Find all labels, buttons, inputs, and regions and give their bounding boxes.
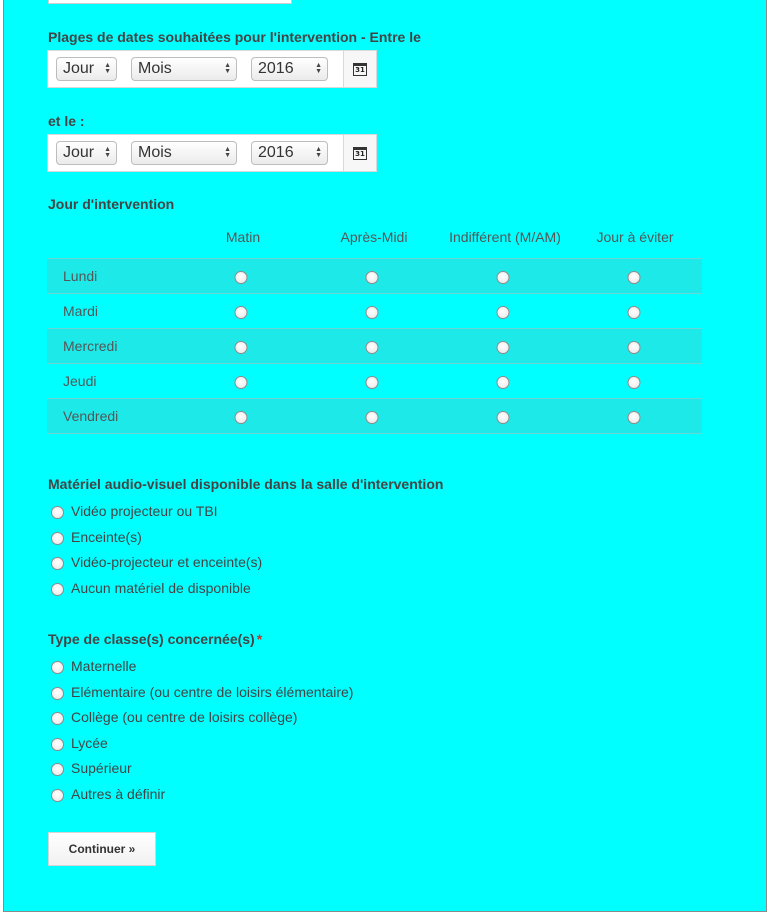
column-header: Après-Midi (340, 229, 408, 245)
radio-jeudi-matin[interactable] (234, 376, 248, 389)
form-panel: Plages de dates souhaitées pour l'interv… (3, 0, 767, 912)
end-day-value: Jour (63, 144, 95, 161)
intervention-days-grid: Matin Après-Midi Indifférent (M/AM) Jour… (47, 221, 702, 434)
radio-mercredi-apres-midi[interactable] (365, 341, 379, 354)
radio-mercredi-indifferent[interactable] (496, 341, 510, 354)
grid-row-mercredi: Mercredi (47, 329, 702, 364)
select-arrows-icon: ▲ ▼ (224, 146, 231, 159)
radio-button[interactable] (51, 531, 64, 545)
radio-button[interactable] (51, 788, 64, 802)
intervention-days-label: Jour d'intervention (48, 196, 175, 212)
start-date-label: Plages de dates souhaitées pour l'interv… (48, 29, 421, 45)
grid-row-lundi: Lundi (47, 259, 702, 294)
radio-button[interactable] (51, 737, 64, 751)
option-label: Enceinte(s) (71, 528, 142, 545)
select-arrows-icon: ▲ ▼ (104, 62, 111, 75)
radio-vendredi-matin[interactable] (234, 411, 248, 424)
grid-row-mardi: Mardi (47, 294, 702, 329)
text-input-partial[interactable] (48, 0, 292, 4)
select-arrows-icon: ▲ ▼ (104, 146, 111, 159)
end-year-select[interactable]: 2016 ▲ ▼ (251, 141, 328, 165)
radio-button[interactable] (51, 582, 64, 596)
option-label: Autres à définir (71, 785, 166, 802)
radio-button[interactable] (51, 661, 64, 674)
radio-mardi-apres-midi[interactable] (365, 306, 379, 319)
grid-header: Matin Après-Midi Indifférent (M/AM) Jour… (47, 221, 702, 259)
column-header: Matin (225, 229, 261, 245)
start-calendar-button[interactable]: 31 (343, 51, 376, 87)
select-arrows-icon: ▲ ▼ (315, 62, 322, 75)
option-label: Vidéo projecteur ou TBI (71, 503, 218, 519)
equipment-label: Matériel audio-visuel disponible dans la… (48, 476, 444, 492)
radio-mercredi-matin[interactable] (234, 341, 248, 354)
end-date-label: et le : (48, 113, 85, 129)
end-month-select[interactable]: Mois ▲ ▼ (131, 141, 237, 165)
grid-row-vendredi: Vendredi (47, 399, 702, 434)
end-day-select[interactable]: Jour ▲ ▼ (56, 141, 117, 165)
row-label: Mercredi (63, 338, 118, 354)
radio-jeudi-indifferent[interactable] (496, 376, 510, 389)
radio-lundi-eviter[interactable] (627, 271, 641, 284)
continue-button[interactable]: Continuer » (48, 832, 156, 866)
radio-lundi-apres-midi[interactable] (365, 271, 379, 284)
radio-button[interactable] (51, 712, 64, 725)
radio-vendredi-eviter[interactable] (627, 411, 641, 424)
radio-lundi-indifferent[interactable] (496, 271, 510, 284)
option-label: Collège (ou centre de loisirs collège) (71, 709, 298, 725)
end-year-value: 2016 (258, 144, 294, 161)
column-header: Indifférent (M/AM) (449, 229, 561, 245)
radio-button[interactable] (51, 763, 64, 776)
option-label: Aucun matériel de disponible (71, 579, 251, 596)
start-month-value: Mois (138, 60, 172, 77)
radio-jeudi-eviter[interactable] (627, 376, 641, 389)
radio-mardi-matin[interactable] (234, 306, 248, 319)
grid-row-jeudi: Jeudi (47, 364, 702, 399)
radio-jeudi-apres-midi[interactable] (365, 376, 379, 389)
start-month-select[interactable]: Mois ▲ ▼ (131, 57, 237, 81)
row-label: Vendredi (63, 408, 119, 424)
row-label: Jeudi (63, 373, 97, 389)
select-arrows-icon: ▲ ▼ (315, 146, 322, 159)
option-label: Lycée (71, 734, 108, 751)
radio-button[interactable] (51, 557, 64, 570)
calendar-icon: 31 (353, 62, 367, 76)
end-month-value: Mois (138, 144, 172, 161)
radio-mardi-indifferent[interactable] (496, 306, 510, 319)
radio-button[interactable] (51, 686, 64, 700)
radio-button[interactable] (51, 506, 64, 519)
select-arrows-icon: ▲ ▼ (224, 62, 231, 75)
start-day-value: Jour (63, 60, 95, 77)
end-date-picker: Jour ▲ ▼ Mois ▲ ▼ 2016 ▲ ▼ 31 (47, 134, 377, 172)
start-year-select[interactable]: 2016 ▲ ▼ (251, 57, 328, 81)
radio-mardi-eviter[interactable] (627, 306, 641, 319)
start-date-picker: Jour ▲ ▼ Mois ▲ ▼ 2016 ▲ ▼ 31 (47, 50, 377, 88)
option-label: Maternelle (71, 658, 137, 674)
required-marker: * (256, 631, 263, 647)
radio-vendredi-indifferent[interactable] (496, 411, 510, 424)
radio-vendredi-apres-midi[interactable] (365, 411, 379, 424)
option-label: Supérieur (71, 760, 132, 776)
radio-mercredi-eviter[interactable] (627, 341, 641, 354)
class-type-label-text: Type de classe(s) concernée(s) (48, 631, 255, 647)
column-header: Jour à éviter (596, 229, 674, 245)
row-label: Lundi (63, 268, 98, 284)
end-calendar-button[interactable]: 31 (343, 135, 376, 171)
radio-lundi-matin[interactable] (234, 271, 248, 284)
calendar-icon: 31 (353, 146, 367, 160)
class-type-label: Type de classe(s) concernée(s) * (48, 631, 262, 647)
start-year-value: 2016 (258, 60, 294, 77)
option-label: Elémentaire (ou centre de loisirs élémen… (71, 683, 354, 700)
row-label: Mardi (63, 303, 99, 319)
start-day-select[interactable]: Jour ▲ ▼ (56, 57, 117, 81)
option-label: Vidéo-projecteur et enceinte(s) (71, 554, 263, 570)
